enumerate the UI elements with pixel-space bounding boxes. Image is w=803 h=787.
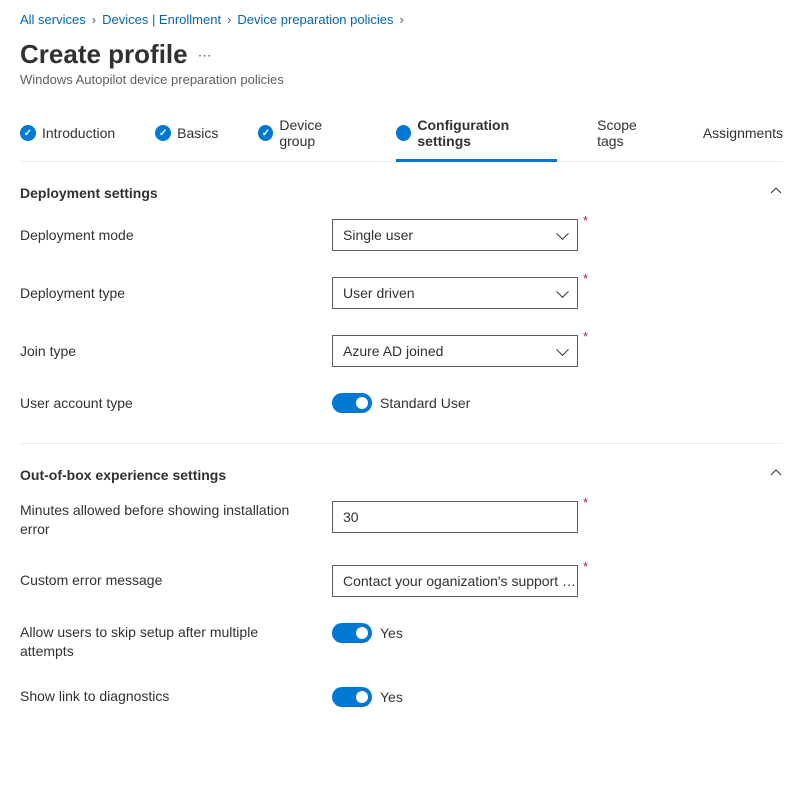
required-indicator-icon: * [583,329,588,344]
tab-label: Introduction [42,125,115,141]
tab-configuration-settings[interactable]: Configuration settings [396,111,557,162]
breadcrumb-link-devices-enrollment[interactable]: Devices | Enrollment [102,12,221,27]
toggle-label: Standard User [380,395,470,411]
tab-label: Device group [279,117,356,149]
select-join-type[interactable]: Azure AD joined [332,335,578,367]
breadcrumb-link-all-services[interactable]: All services [20,12,86,27]
more-actions-icon[interactable]: ⋯ [198,47,213,64]
toggle-label: Yes [380,689,403,705]
page-title: Create profile [20,39,188,70]
label-custom-error-message: Custom error message [20,571,332,590]
tab-introduction[interactable]: ✓ Introduction [20,111,115,162]
chevron-right-icon: › [92,12,96,27]
toggle-label: Yes [380,625,403,641]
tab-assignments[interactable]: Assignments [703,111,783,162]
chevron-right-icon: › [227,12,231,27]
label-join-type: Join type [20,342,332,361]
tab-label: Configuration settings [417,117,557,149]
wizard-tabs: ✓ Introduction ✓ Basics ✓ Device group C… [20,111,783,162]
label-deployment-mode: Deployment mode [20,226,332,245]
select-deployment-type[interactable]: User driven [332,277,578,309]
section-title: Out-of-box experience settings [20,467,226,483]
checkmark-icon: ✓ [155,125,171,141]
tab-label: Basics [177,125,218,141]
chevron-up-icon[interactable] [769,466,783,483]
required-indicator-icon: * [583,559,588,574]
required-indicator-icon: * [583,271,588,286]
label-show-diagnostics-link: Show link to diagnostics [20,687,332,706]
section-title: Deployment settings [20,185,158,201]
toggle-user-account-type[interactable] [332,393,372,413]
input-custom-error-message[interactable]: Contact your oganization's support … [332,565,578,597]
breadcrumb: All services › Devices | Enrollment › De… [20,12,783,27]
section-header-deployment[interactable]: Deployment settings [20,180,783,205]
section-header-oobe[interactable]: Out-of-box experience settings [20,462,783,487]
tab-basics[interactable]: ✓ Basics [155,111,218,162]
page-subtitle: Windows Autopilot device preparation pol… [20,72,783,87]
label-allow-skip-setup: Allow users to skip setup after multiple… [20,623,332,661]
tab-label: Scope tags [597,117,663,149]
breadcrumb-link-device-preparation-policies[interactable]: Device preparation policies [237,12,393,27]
checkmark-icon: ✓ [258,125,273,141]
input-minutes-before-error[interactable]: 30 [332,501,578,533]
section-divider [20,443,783,444]
chevron-right-icon: › [400,12,404,27]
tab-scope-tags[interactable]: Scope tags [597,111,663,162]
tab-label: Assignments [703,125,783,141]
label-minutes-before-error: Minutes allowed before showing installat… [20,501,332,539]
label-deployment-type: Deployment type [20,284,332,303]
checkmark-icon: ✓ [20,125,36,141]
required-indicator-icon: * [583,213,588,228]
chevron-up-icon[interactable] [769,184,783,201]
label-user-account-type: User account type [20,394,332,413]
current-step-icon [396,125,411,141]
toggle-allow-skip-setup[interactable] [332,623,372,643]
tab-device-group[interactable]: ✓ Device group [258,111,356,162]
toggle-show-diagnostics-link[interactable] [332,687,372,707]
select-deployment-mode[interactable]: Single user [332,219,578,251]
required-indicator-icon: * [583,495,588,510]
